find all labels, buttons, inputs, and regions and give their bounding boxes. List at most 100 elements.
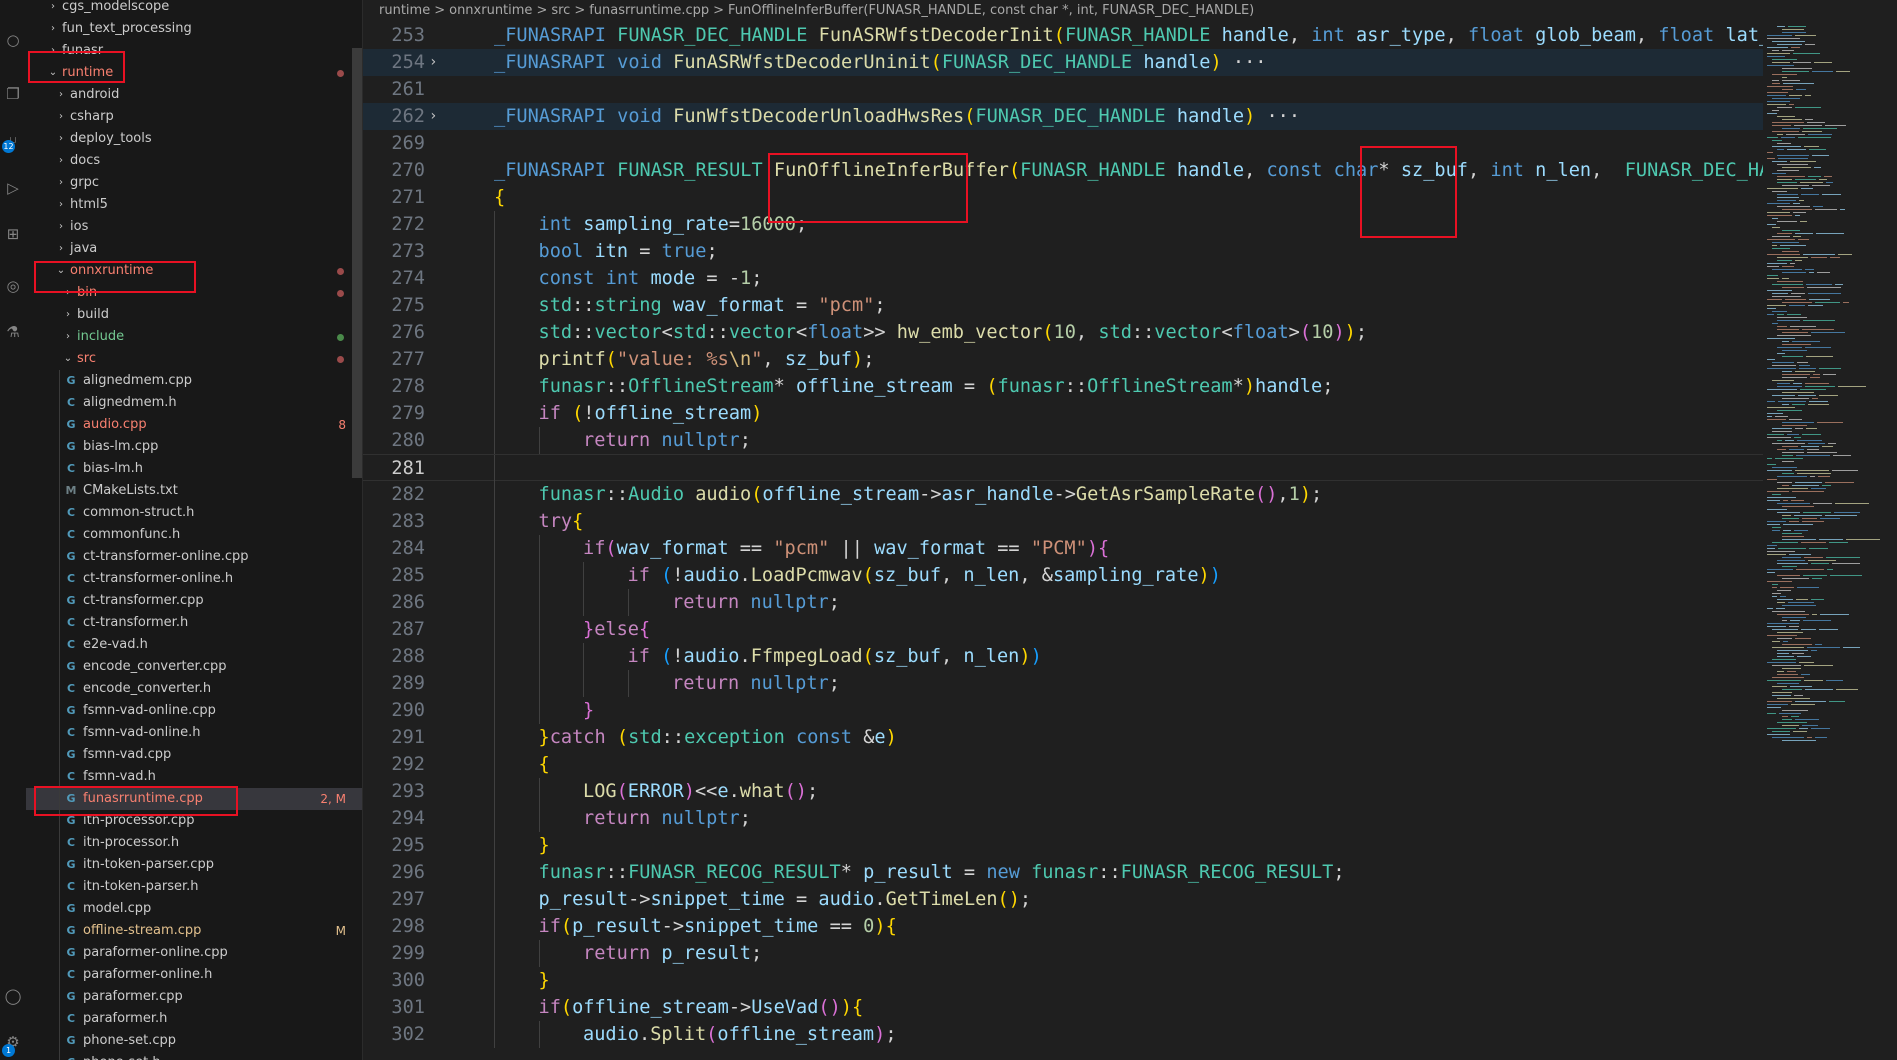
- file-item[interactable]: Gitn-token-parser.cpp: [26, 854, 362, 876]
- folder-item[interactable]: › csharp: [26, 106, 362, 128]
- code-line[interactable]: 253 _FUNASRAPI FUNASR_DEC_HANDLE FunASRWf…: [363, 22, 1815, 49]
- file-item[interactable]: Gmodel.cpp: [26, 898, 362, 920]
- code-line[interactable]: 273 bool itn = true;: [363, 238, 1763, 265]
- file-item[interactable]: Citn-processor.h: [26, 832, 362, 854]
- code-line[interactable]: 290}: [363, 697, 1763, 724]
- breadcrumb-item[interactable]: runtime: [379, 3, 430, 18]
- minimap[interactable]: [1763, 22, 1887, 1060]
- folder-item[interactable]: › ios: [26, 216, 362, 238]
- folder-item[interactable]: › include: [26, 326, 362, 348]
- chevron-right-icon[interactable]: ›: [56, 128, 66, 150]
- code-line[interactable]: 282 funasr::Audio audio(offline_stream->a…: [363, 481, 1763, 508]
- file-item[interactable]: Galignedmem.cpp: [26, 370, 362, 392]
- code-line[interactable]: 289 return nullptr;: [363, 670, 1763, 697]
- account-icon[interactable]: ◯: [0, 984, 26, 1008]
- chevron-right-icon[interactable]: ›: [56, 84, 66, 106]
- breadcrumb-item[interactable]: FunOfflineInferBuffer(FUNASR_HANDLE, con…: [728, 3, 1254, 18]
- breadcrumb-item[interactable]: onnxruntime: [449, 3, 532, 18]
- file-item[interactable]: Ce2e-vad.h: [26, 634, 362, 656]
- code-area[interactable]: 253 _FUNASRAPI FUNASR_DEC_HANDLE FunASRWf…: [363, 22, 1897, 1060]
- code-line[interactable]: 274 const int mode = -1;: [363, 265, 1763, 292]
- code-line[interactable]: 288 if (!audio.FfmpegLoad(sz_buf, n_len)): [363, 643, 1763, 670]
- chevron-right-icon[interactable]: ›: [56, 216, 66, 238]
- folder-item[interactable]: › fun_text_processing: [26, 18, 362, 40]
- code-line[interactable]: 284 if(wav_format == "pcm" || wav_format …: [363, 535, 1763, 562]
- file-item[interactable]: Goffline-stream.cpp M: [26, 920, 362, 942]
- code-line[interactable]: 283 try{: [363, 508, 1763, 535]
- run-debug-icon[interactable]: ▷: [0, 176, 26, 200]
- code-line[interactable]: 270 _FUNASRAPI FUNASR_RESULT FunOfflineIn…: [363, 157, 1897, 184]
- code-line[interactable]: 272 int sampling_rate=16000;: [363, 211, 1763, 238]
- chevron-down-icon[interactable]: ⌄: [63, 348, 73, 370]
- file-item[interactable]: Cfsmn-vad-online.h: [26, 722, 362, 744]
- chevron-right-icon[interactable]: ›: [56, 238, 66, 260]
- code-line[interactable]: 292 {: [363, 751, 1763, 778]
- folder-item[interactable]: › build: [26, 304, 362, 326]
- file-item[interactable]: Cphone-set.h: [26, 1052, 362, 1060]
- file-item[interactable]: Cparaformer-online.h: [26, 964, 362, 986]
- folder-item[interactable]: › cgs_modelscope: [26, 0, 362, 18]
- code-line[interactable]: 271 {: [363, 184, 1763, 211]
- code-line[interactable]: 261: [363, 76, 1763, 103]
- chevron-right-icon[interactable]: ›: [56, 150, 66, 172]
- chevron-right-icon[interactable]: ›: [63, 326, 73, 348]
- file-item[interactable]: M CMakeLists.txt: [26, 480, 362, 502]
- code-line[interactable]: 277 printf("value: %s\n", sz_buf);: [363, 346, 1763, 373]
- code-line[interactable]: 285 if (!audio.LoadPcmwav(sz_buf, n_len, …: [363, 562, 1763, 589]
- file-item[interactable]: Gparaformer-online.cpp: [26, 942, 362, 964]
- code-line[interactable]: 300}: [363, 967, 1763, 994]
- file-item[interactable]: Gphone-set.cpp: [26, 1030, 362, 1052]
- file-item[interactable]: Gencode_converter.cpp: [26, 656, 362, 678]
- code-line[interactable]: 296 funasr::FUNASR_RECOG_RESULT* p_result…: [363, 859, 1763, 886]
- editor-scrollbar[interactable]: [1887, 22, 1897, 1060]
- folder-item[interactable]: › html5: [26, 194, 362, 216]
- file-item[interactable]: Ccommon-struct.h: [26, 502, 362, 524]
- chevron-right-icon[interactable]: ›: [56, 106, 66, 128]
- folder-item[interactable]: › java: [26, 238, 362, 260]
- folder-item[interactable]: › docs: [26, 150, 362, 172]
- sidebar-scrollbar[interactable]: [352, 48, 362, 478]
- search-icon[interactable]: ○: [0, 28, 26, 52]
- testing-icon[interactable]: ⚗: [0, 320, 26, 344]
- file-item[interactable]: Cencode_converter.h: [26, 678, 362, 700]
- code-line[interactable]: 278 funasr::OfflineStream* offline_stream…: [363, 373, 1763, 400]
- breadcrumb-item[interactable]: src: [551, 3, 570, 18]
- file-item[interactable]: Gparaformer.cpp: [26, 986, 362, 1008]
- folder-item[interactable]: › android: [26, 84, 362, 106]
- file-item[interactable]: Cfsmn-vad.h: [26, 766, 362, 788]
- code-line[interactable]: 293 LOG(ERROR)<<e.what();: [363, 778, 1763, 805]
- chevron-right-icon[interactable]: ›: [63, 304, 73, 326]
- code-line[interactable]: 254 › _FUNASRAPI void FunASRWfstDecoderUni…: [363, 49, 1763, 76]
- explorer-icon[interactable]: ❐: [0, 82, 26, 106]
- file-item[interactable]: Ccommonfunc.h: [26, 524, 362, 546]
- code-line[interactable]: 276 std::vector<std::vector<float>> hw_em…: [363, 319, 1763, 346]
- file-item[interactable]: Cct-transformer.h: [26, 612, 362, 634]
- chevron-right-icon[interactable]: ›: [48, 18, 58, 40]
- code-line[interactable]: 291}catch (std::exception const &e): [363, 724, 1763, 751]
- file-item[interactable]: Gct-transformer.cpp: [26, 590, 362, 612]
- folder-item[interactable]: › deploy_tools: [26, 128, 362, 150]
- code-line[interactable]: 297 p_result->snippet_time = audio.GetTim…: [363, 886, 1763, 913]
- folder-item[interactable]: › grpc: [26, 172, 362, 194]
- file-item[interactable]: Gbias-lm.cpp: [26, 436, 362, 458]
- file-item[interactable]: Gct-transformer-online.cpp: [26, 546, 362, 568]
- fold-chevron-icon[interactable]: ›: [429, 49, 443, 76]
- code-line[interactable]: 302 audio.Split(offline_stream);: [363, 1021, 1763, 1048]
- code-line[interactable]: 269: [363, 130, 1763, 157]
- chevron-right-icon[interactable]: ›: [56, 172, 66, 194]
- chevron-right-icon[interactable]: ›: [56, 194, 66, 216]
- code-line[interactable]: 279 if (!offline_stream): [363, 400, 1763, 427]
- file-item[interactable]: Citn-token-parser.h: [26, 876, 362, 898]
- file-item[interactable]: Gfsmn-vad-online.cpp: [26, 700, 362, 722]
- fold-chevron-icon[interactable]: ›: [429, 103, 443, 130]
- file-item[interactable]: Cparaformer.h: [26, 1008, 362, 1030]
- code-line[interactable]: 299 return p_result;: [363, 940, 1763, 967]
- code-line[interactable]: 294 return nullptr;: [363, 805, 1763, 832]
- file-item[interactable]: Gfsmn-vad.cpp: [26, 744, 362, 766]
- file-item[interactable]: Gaudio.cpp 8: [26, 414, 362, 436]
- code-line[interactable]: 280 return nullptr;: [363, 427, 1763, 454]
- code-line[interactable]: 301 if(offline_stream->UseVad()){: [363, 994, 1763, 1021]
- chevron-right-icon[interactable]: ›: [48, 0, 58, 18]
- code-line[interactable]: 286 return nullptr;: [363, 589, 1763, 616]
- remote-icon[interactable]: ◎: [0, 274, 26, 298]
